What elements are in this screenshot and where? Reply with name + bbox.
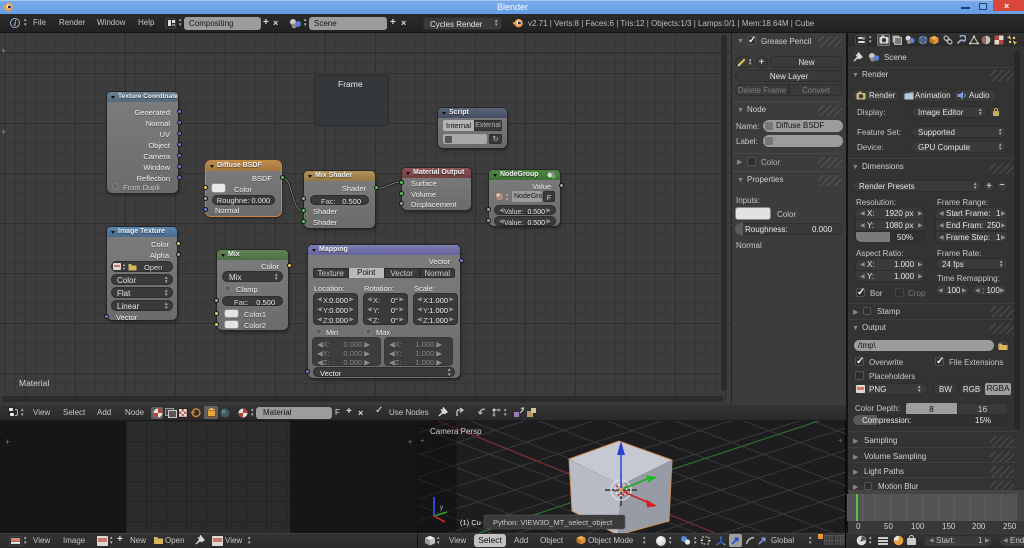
svg-text:+: + — [420, 436, 425, 445]
svg-text:Python: VIEW3D_MT_select_objec: Python: VIEW3D_MT_select_object — [493, 518, 613, 527]
svg-text:(1) Cu: (1) Cu — [460, 518, 481, 527]
svg-text:Camera Persp: Camera Persp — [430, 427, 482, 436]
svg-text:+: + — [838, 436, 843, 445]
svg-text:y: y — [440, 505, 443, 511]
